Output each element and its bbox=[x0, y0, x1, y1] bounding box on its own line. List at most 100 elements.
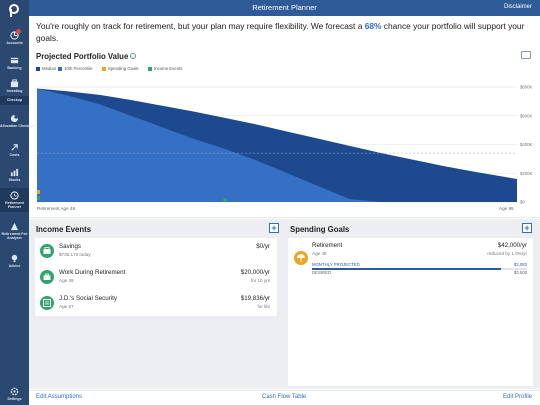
notification-badge bbox=[16, 29, 21, 34]
income-event-amount: $20,000/yr bbox=[240, 269, 270, 276]
settings-icon bbox=[10, 387, 19, 396]
sidebar-item-costs[interactable]: Costs bbox=[0, 143, 29, 157]
spending-goal-sub: Age 49 bbox=[312, 251, 327, 256]
income-event-marker bbox=[223, 198, 227, 202]
spending-goal-amount: $42,000/yr bbox=[497, 242, 527, 249]
legend-label: 10th Percentile bbox=[64, 66, 93, 71]
social-security-icon bbox=[40, 296, 54, 310]
monthly-projected-value: $3,083 bbox=[513, 262, 527, 267]
sidebar-item-label: Advice bbox=[8, 264, 21, 268]
income-event-marker bbox=[37, 196, 40, 200]
sidebar-item-settings[interactable]: Settings bbox=[0, 387, 29, 401]
income-event-amount: $0/yr bbox=[256, 243, 270, 250]
legend-label: Median bbox=[42, 66, 57, 71]
costs-icon bbox=[11, 144, 18, 151]
y-tick-label: $0 bbox=[520, 200, 525, 205]
allocation-icon bbox=[10, 114, 19, 123]
monthly-projected-label: MONTHLY PROJECTED bbox=[312, 262, 360, 267]
investing-icon bbox=[10, 79, 19, 88]
y-tick-label: $200K bbox=[520, 171, 533, 176]
spending-goal-name: Retirement bbox=[312, 242, 343, 249]
sidebar-item-label: Banking bbox=[7, 66, 22, 70]
income-event-card[interactable]: Savings $735,170 today $0/yr bbox=[35, 238, 277, 264]
spending-goals-title: Spending Goals bbox=[290, 225, 350, 234]
add-income-event-button[interactable]: + bbox=[269, 223, 279, 233]
footer-bar: Edit Assumptions Cash Flow Table Edit Pr… bbox=[29, 390, 540, 405]
income-event-amount: $19,836/yr bbox=[240, 295, 270, 302]
sidebar-item-allocation-checkup[interactable]: Allocation Checkup bbox=[0, 114, 34, 128]
y-tick-label: $400K bbox=[520, 142, 533, 147]
spending-goal-card[interactable]: Retirement Age 49 $42,000/yr reduced by … bbox=[288, 238, 533, 386]
legend-income-events: Income Events bbox=[148, 66, 182, 71]
app-title: Retirement Planner bbox=[252, 3, 317, 12]
sidebar-item-investing[interactable]: Investing bbox=[0, 79, 29, 93]
edit-assumptions-link[interactable]: Edit Assumptions bbox=[36, 394, 82, 400]
add-spending-goal-button[interactable]: + bbox=[522, 223, 532, 233]
logo-icon[interactable] bbox=[7, 4, 21, 18]
income-event-card[interactable]: Work During Retirement Age 49 $20,000/yr… bbox=[35, 264, 277, 290]
projection-chart: $800K $600K $400K $200K $0 Retirement Age 49… bbox=[36, 77, 540, 214]
income-event-sub: Age 67 bbox=[59, 304, 74, 309]
income-events-panel: Income Events + Savings $735,170 today $… bbox=[29, 219, 283, 389]
disclaimer-link[interactable]: Disclaimer bbox=[504, 4, 532, 10]
spending-goal-marker bbox=[37, 190, 40, 194]
spending-goal-reduction: reduced by 1.0%/yr bbox=[487, 251, 527, 256]
income-events-title: Income Events bbox=[36, 225, 92, 234]
sidebar: Accounts Banking Investing Checkup Alloc… bbox=[0, 0, 34, 405]
savings-icon bbox=[40, 244, 54, 258]
info-icon[interactable]: i bbox=[130, 53, 136, 59]
income-event-sub: Age 49 bbox=[59, 278, 74, 283]
desired-label: DESIRED bbox=[312, 270, 332, 275]
desired-row: DESIRED $3,500 bbox=[312, 270, 527, 276]
top-bar: Retirement Planner Disclaimer bbox=[29, 0, 540, 16]
summary-text-before: You're roughly on track for retirement, … bbox=[36, 21, 365, 31]
x-axis-end-label: Age 95 bbox=[499, 206, 514, 211]
retirement-icon bbox=[10, 191, 19, 200]
legend-10th-percentile: 10th Percentile bbox=[58, 66, 93, 71]
cash-flow-table-link[interactable]: Cash Flow Table bbox=[262, 394, 306, 400]
income-event-name: Savings bbox=[59, 243, 82, 250]
income-event-name: Work During Retirement bbox=[59, 269, 126, 276]
income-event-duration: for 10 yrs bbox=[250, 278, 270, 283]
x-axis-start-label: Retirement Age 49 bbox=[37, 206, 76, 211]
legend-swatch bbox=[58, 66, 62, 71]
sidebar-item-retirement-fee-analyzer[interactable]: Retirement Fee Analyzer bbox=[0, 222, 29, 240]
legend-swatch bbox=[102, 66, 106, 71]
sidebar-item-label: Allocation Checkup bbox=[0, 124, 34, 128]
success-percentage: 68% bbox=[364, 21, 382, 31]
stocks-icon bbox=[10, 168, 19, 177]
fee-analyzer-icon bbox=[10, 222, 19, 231]
section-divider bbox=[29, 217, 540, 218]
income-event-sub: $735,170 today bbox=[59, 252, 91, 257]
income-event-card[interactable]: J.D.'s Social Security Age 67 $19,836/yr… bbox=[35, 290, 277, 316]
income-event-duration: for life bbox=[257, 304, 270, 309]
sidebar-item-label: Retirement Planner bbox=[5, 201, 24, 209]
legend-label: Income Events bbox=[154, 66, 183, 71]
legend-swatch bbox=[148, 66, 152, 71]
work-icon bbox=[40, 270, 54, 284]
sidebar-item-retirement-planner[interactable]: Retirement Planner bbox=[0, 188, 29, 212]
sidebar-item-label: Settings bbox=[7, 397, 22, 401]
advice-icon bbox=[11, 254, 18, 263]
sidebar-item-label: Stocks bbox=[8, 178, 21, 182]
sidebar-item-advice[interactable]: Advice bbox=[0, 254, 29, 268]
legend-spending-goals: Spending Goals bbox=[102, 66, 139, 71]
sidebar-item-label: Investing bbox=[6, 89, 23, 93]
banking-icon bbox=[10, 57, 19, 64]
legend-median: Median bbox=[36, 66, 56, 71]
sidebar-item-label: Checkup bbox=[6, 98, 23, 102]
legend-label: Spending Goals bbox=[108, 66, 139, 71]
projection-chart-svg: $800K $600K $400K $200K $0 bbox=[37, 85, 533, 205]
sidebar-item-accounts[interactable]: Accounts bbox=[0, 29, 29, 45]
sidebar-item-stocks[interactable]: Stocks bbox=[0, 168, 29, 182]
edit-profile-link[interactable]: Edit Profile bbox=[503, 394, 532, 400]
sidebar-item-banking[interactable]: Banking bbox=[0, 56, 29, 70]
sidebar-item-label: Accounts bbox=[6, 41, 23, 45]
retirement-umbrella-icon bbox=[294, 251, 308, 265]
presentation-icon[interactable] bbox=[521, 51, 531, 59]
sidebar-item-checkup[interactable]: Checkup bbox=[0, 96, 29, 105]
y-tick-label: $600K bbox=[520, 113, 533, 118]
sidebar-item-label: Retirement Fee Analyzer bbox=[1, 232, 28, 240]
legend-swatch bbox=[36, 66, 40, 71]
desired-value: $3,500 bbox=[513, 270, 527, 275]
